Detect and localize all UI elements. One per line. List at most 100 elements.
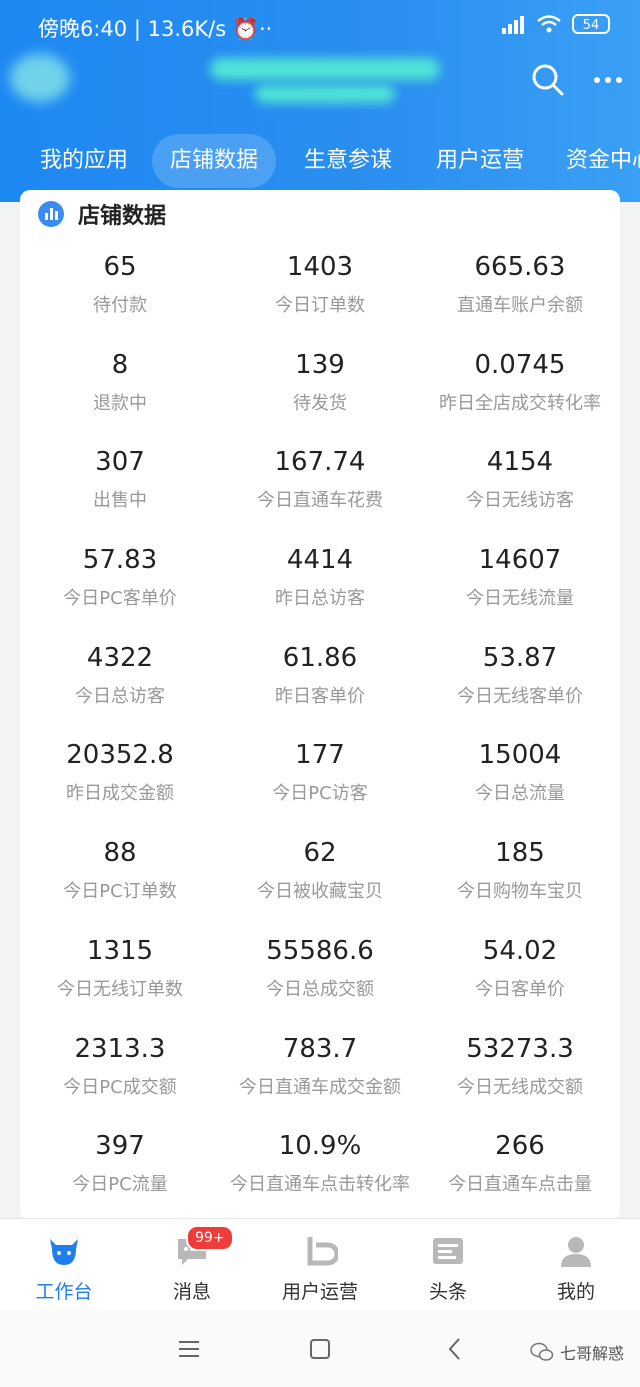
metric-label: 今日直通车花费 [257,490,383,512]
metric-cell[interactable]: 57.83 今日PC客单价 [20,538,220,636]
battery-icon: 54 [572,14,610,34]
metric-cell[interactable]: 55586.6 今日总成交额 [220,929,420,1027]
metric-value: 4154 [486,447,554,478]
metric-value: 88 [103,838,137,869]
metric-value: 266 [495,1131,545,1162]
metric-cell[interactable]: 177 今日PC访客 [220,733,420,831]
metric-value: 177 [295,740,345,771]
metric-value: 20352.8 [66,740,174,771]
tab-business-advisor[interactable]: 生意参谋 [304,134,392,188]
bottom-tab-bar: 工作台 99+ 消息 用户运营 头条 我的 [0,1218,640,1311]
system-nav-bar: 七哥解惑 [0,1310,640,1387]
metric-cell[interactable]: 65 待付款 [20,245,220,343]
metric-label: 昨日成交金额 [66,783,174,805]
metric-label: 今日PC流量 [72,1174,168,1196]
metric-value: 10.9% [278,1131,362,1162]
metric-cell[interactable]: 62 今日被收藏宝贝 [220,831,420,929]
metric-label: 今日PC客单价 [63,588,177,610]
metric-cell[interactable]: 4154 今日无线访客 [420,440,620,538]
tab-messages[interactable]: 99+ 消息 [128,1219,256,1311]
metric-cell[interactable]: 266 今日直通车点击量 [420,1124,620,1222]
metric-label: 直通车账户余额 [457,295,583,316]
metric-label: 今日直通车点击转化率 [230,1174,410,1196]
status-time: 傍晚6:40 [38,17,128,41]
metrics-grid: 65 待付款 1403 今日订单数 665.63 直通车账户余额 8 退款中 139 待发货 0.0… [20,245,620,1222]
home-icon[interactable] [305,1334,335,1364]
menu-icon[interactable] [174,1334,204,1364]
metric-cell[interactable]: 2313.3 今日PC成交额 [20,1027,220,1125]
metric-cell[interactable]: 1403 今日订单数 [220,245,420,343]
metric-cell[interactable]: 53273.3 今日无线成交额 [420,1027,620,1125]
tab-user-ops[interactable]: 用户运营 [256,1219,384,1311]
metric-value: 783.7 [282,1033,358,1064]
unread-badge: 99+ [186,1225,234,1251]
back-icon[interactable] [440,1334,470,1364]
metric-label: 今日总流量 [475,783,565,805]
more-icon[interactable] [590,62,626,98]
metric-cell[interactable]: 88 今日PC订单数 [20,831,220,929]
tab-user-operation[interactable]: 用户运营 [436,134,524,188]
tab-funds-center[interactable]: 资金中心 [566,134,640,188]
metric-value: 14607 [478,545,562,576]
metric-cell[interactable]: 665.63 直通车账户余额 [420,245,620,343]
metric-value: 4414 [286,545,354,576]
metric-value: 53273.3 [466,1033,574,1064]
metric-value: 1315 [86,935,154,966]
metric-cell[interactable]: 783.7 今日直通车成交金额 [220,1027,420,1125]
metric-label: 今日总访客 [75,685,165,707]
metric-label: 今日总成交额 [266,978,374,1000]
metric-cell[interactable]: 20352.8 昨日成交金额 [20,733,220,831]
metric-label: 今日客单价 [475,978,565,1000]
metric-value: 55586.6 [266,935,374,966]
metric-label: 今日PC订单数 [63,881,177,903]
metric-cell[interactable]: 14607 今日无线流量 [420,538,620,636]
search-icon[interactable] [530,62,566,98]
metric-value: 54.02 [482,935,558,966]
tab-shop-data[interactable]: 店铺数据 [152,134,277,188]
metric-cell[interactable]: 0.0745 昨日全店成交转化率 [420,343,620,441]
metric-cell[interactable]: 10.9% 今日直通车点击转化率 [220,1124,420,1222]
tab-my-apps[interactable]: 我的应用 [40,134,128,188]
metric-cell[interactable]: 185 今日购物车宝贝 [420,831,620,929]
metric-value: 8 [111,349,129,380]
metric-cell[interactable]: 8 退款中 [20,343,220,441]
metric-cell[interactable]: 53.87 今日无线客单价 [420,636,620,734]
metric-label: 退款中 [93,392,147,414]
metric-value: 167.74 [274,447,366,478]
wifi-icon [537,15,561,33]
metric-value: 185 [495,838,545,869]
tab-headlines[interactable]: 头条 [384,1219,512,1311]
metric-cell[interactable]: 4414 昨日总访客 [220,538,420,636]
metric-label: 今日直通车点击量 [448,1174,592,1196]
watermark-text: 七哥解惑 [559,1344,624,1363]
metric-label: 今日无线客单价 [457,685,583,707]
shop-data-card: 店铺数据 65 待付款 1403 今日订单数 665.63 直通车账户余额 8 退款中 139 待… [20,190,620,1220]
metric-cell[interactable]: 61.86 昨日客单价 [220,636,420,734]
metric-cell[interactable]: 307 出售中 [20,440,220,538]
metric-cell[interactable]: 1315 今日无线订单数 [20,929,220,1027]
metric-value: 57.83 [82,545,158,576]
metric-label: 出售中 [93,490,147,512]
metric-cell[interactable]: 4322 今日总访客 [20,636,220,734]
tab-workbench[interactable]: 工作台 [0,1219,128,1311]
metric-cell[interactable]: 15004 今日总流量 [420,733,620,831]
metric-label: 昨日客单价 [275,685,365,707]
metric-cell[interactable]: 397 今日PC流量 [20,1124,220,1222]
avatar[interactable] [10,54,70,102]
metric-label: 待发货 [293,392,347,414]
metric-label: 今日PC成交额 [63,1076,177,1098]
metric-label: 待付款 [93,295,147,316]
metric-cell[interactable]: 167.74 今日直通车花费 [220,440,420,538]
shop-name-blurred [210,58,440,80]
tab-me[interactable]: 我的 [512,1219,640,1311]
metric-value: 0.0745 [474,349,566,380]
app-header: 傍晚6:40 | 13.6K/s ⏰·· 54 我的应用 店铺数据 生意参谋 用… [0,0,640,202]
metric-value: 61.86 [282,642,358,673]
metric-label: 昨日全店成交转化率 [439,392,601,414]
metric-cell[interactable]: 54.02 今日客单价 [420,929,620,1027]
alarm-icon: ⏰·· [232,17,273,41]
metric-cell[interactable]: 139 待发货 [220,343,420,441]
bar-chart-icon [38,201,64,227]
network-speed: 13.6K/s [147,17,227,41]
status-bar: 傍晚6:40 | 13.6K/s ⏰·· 54 [38,14,610,44]
